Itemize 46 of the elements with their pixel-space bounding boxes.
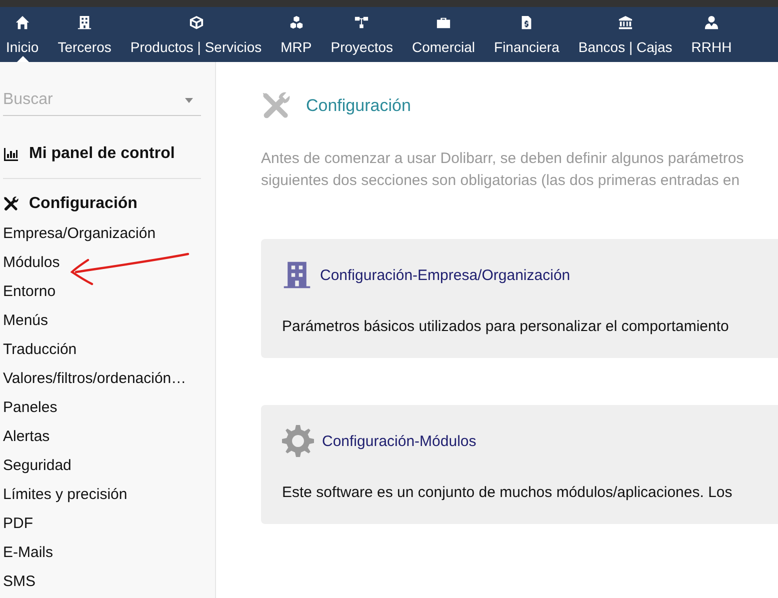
building-icon <box>282 260 312 290</box>
menu-item[interactable]: Seguridad <box>3 457 201 475</box>
building-icon <box>77 15 92 30</box>
nav-tab[interactable]: Proyectos <box>322 15 401 62</box>
menu-item[interactable]: E-Mails <box>3 544 201 562</box>
nav-tab[interactable]: Inicio <box>0 15 47 62</box>
menu-item[interactable]: PDF <box>3 515 201 533</box>
menu-item[interactable]: Traducción <box>3 341 201 359</box>
menu-item[interactable]: Entorno <box>3 283 201 301</box>
menu-item[interactable]: Alertas <box>3 428 201 446</box>
caret-icon <box>185 98 193 103</box>
cube-icon <box>188 15 204 30</box>
nav-tab[interactable]: Financiera <box>486 15 568 62</box>
settings-icon <box>282 425 314 457</box>
card-link[interactable]: Configuración-Módulos <box>322 432 476 450</box>
bar-chart-icon <box>3 146 19 162</box>
card-text: Parámetros básicos utilizados para personalizar el comportamiento <box>282 318 730 335</box>
bank-icon <box>618 15 633 30</box>
card-text: Este software es un conjunto de muchos módulos/aplicaciones. Los <box>282 484 734 501</box>
menu-item[interactable]: Valores/filtros/ordenación… <box>3 370 201 388</box>
intro-text: siguientes dos secciones son obligatorias (las dos primeras entradas en <box>261 171 741 191</box>
menu-heading[interactable]: Mi panel de control <box>3 145 201 163</box>
tools-icon <box>261 91 291 121</box>
menu-heading[interactable]: Configuración <box>3 195 201 213</box>
menu-item[interactable]: Paneles <box>3 399 201 417</box>
search-field[interactable]: Buscar <box>3 84 201 116</box>
nav-tab[interactable]: Bancos | Cajas <box>570 15 680 62</box>
nav-tab[interactable]: RRHH <box>683 15 740 62</box>
intro-text: Antes de comenzar a usar Dolibarr, se deben definir algunos parámetros <box>261 149 745 169</box>
nav-tab[interactable]: MRP <box>272 15 320 62</box>
menu-item[interactable]: Módulos <box>3 254 201 272</box>
tools-icon <box>3 196 19 212</box>
menu-item[interactable]: Límites y precisión <box>3 486 201 504</box>
briefcase-icon <box>436 15 451 30</box>
hierarchy-icon <box>354 15 370 30</box>
menu-item[interactable]: Empresa/Organización <box>3 225 201 243</box>
page-title: Configuración <box>306 96 411 116</box>
user-icon <box>704 15 720 30</box>
home-icon <box>14 15 30 30</box>
card-link[interactable]: Configuración-Empresa/Organización <box>320 266 570 284</box>
nav-tab[interactable]: Productos | Servicios <box>122 15 270 62</box>
nav-tab[interactable]: Comercial <box>404 15 484 62</box>
menu-item[interactable]: SMS <box>3 573 201 591</box>
nav-tab[interactable]: Terceros <box>50 15 120 62</box>
cubes-icon <box>288 15 304 30</box>
menu-item[interactable]: Menús <box>3 312 201 330</box>
